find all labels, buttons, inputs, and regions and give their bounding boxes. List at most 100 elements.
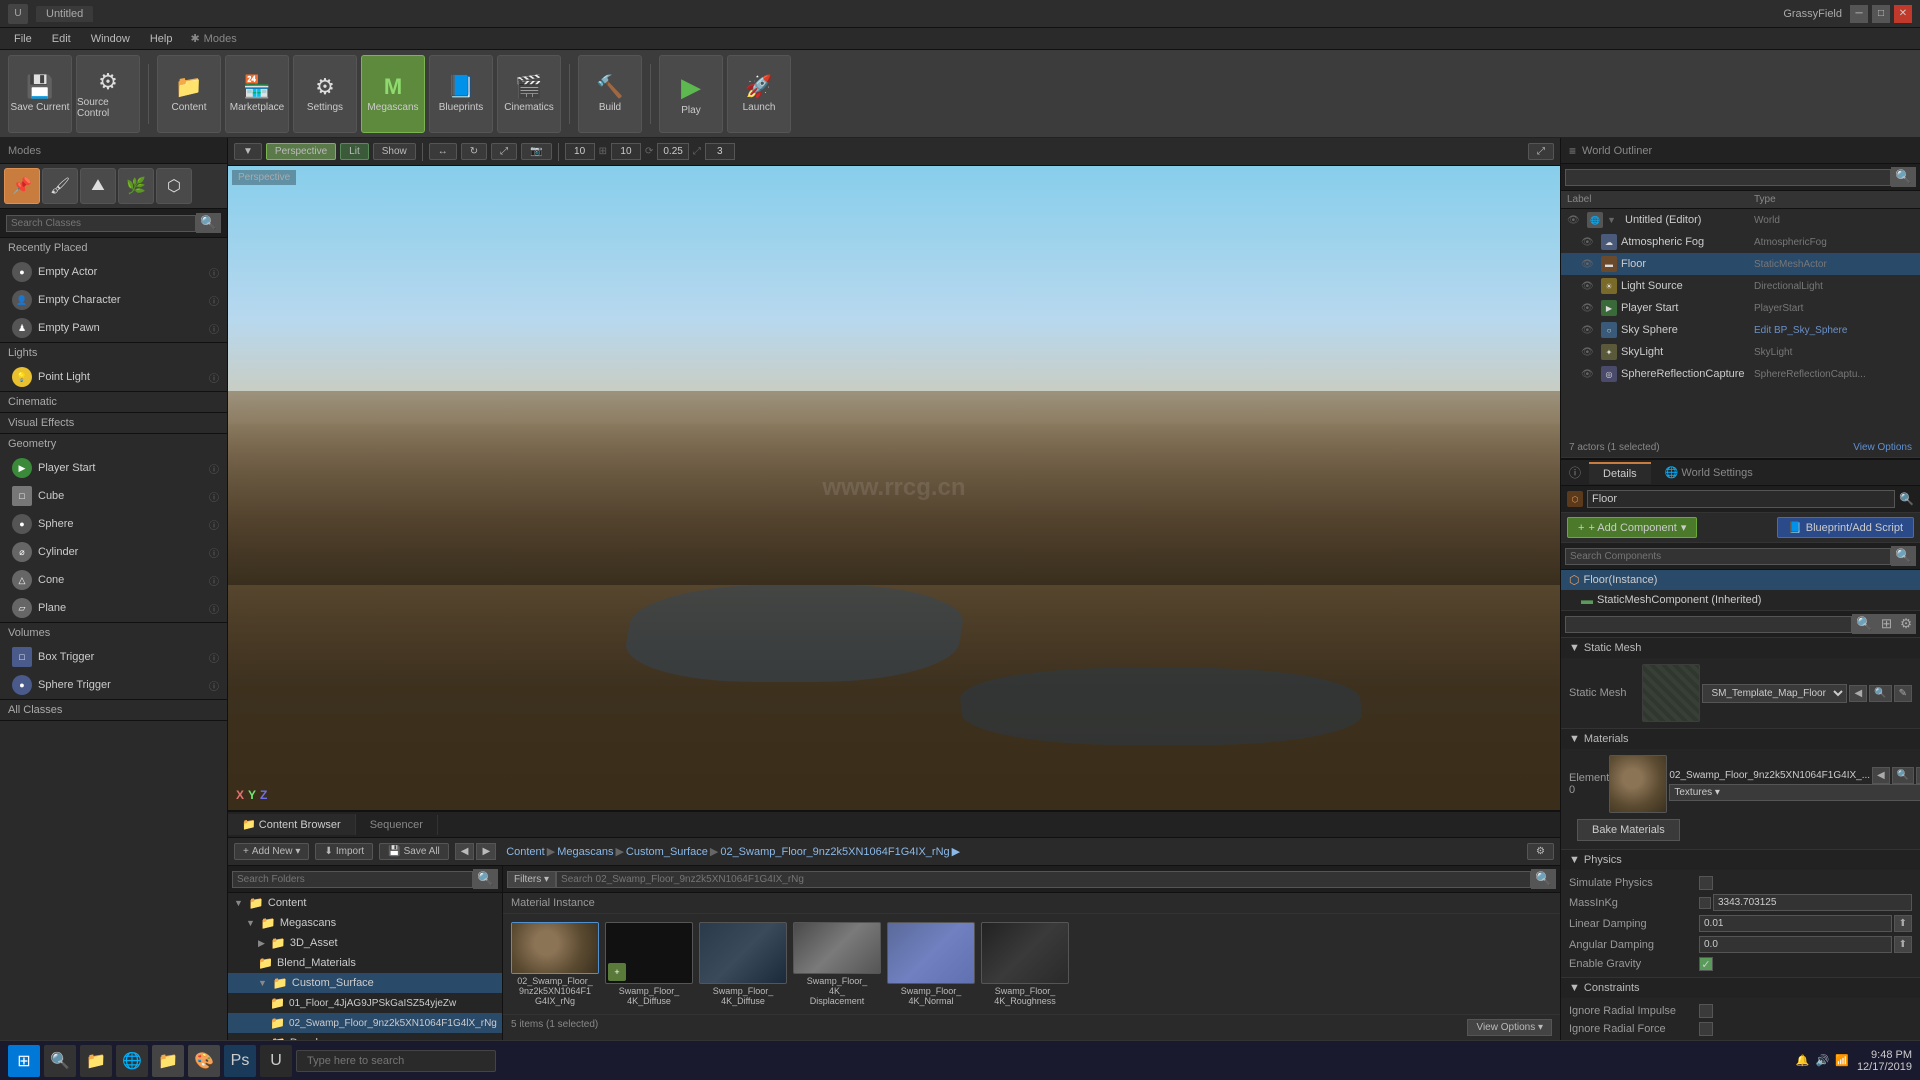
vp-rotate-btn[interactable]: ↻ bbox=[461, 143, 487, 160]
breadcrumb-swamp-floor[interactable]: 02_Swamp_Floor_9nz2k5XN1064F1G4IX_rNg bbox=[720, 846, 949, 858]
outliner-row-world[interactable]: 👁 🌐 ▼ Untitled (Editor) World bbox=[1561, 209, 1920, 231]
taskbar-chrome-app[interactable]: 🌐 bbox=[116, 1045, 148, 1077]
folder-02-swamp[interactable]: 📁 02_Swamp_Floor_9nz2k5XN1064F1G4lX_rNg bbox=[228, 1013, 502, 1033]
place-mode-btn[interactable]: 📌 bbox=[4, 168, 40, 204]
taskbar-paint-app[interactable]: 🎨 bbox=[188, 1045, 220, 1077]
point-light-item[interactable]: 💡 Point Light ⓘ bbox=[0, 363, 227, 391]
floor-vis-icon[interactable]: 👁 bbox=[1581, 259, 1597, 270]
box-trigger-item[interactable]: □ Box Trigger ⓘ bbox=[0, 643, 227, 671]
content-button[interactable]: 📁 Content bbox=[157, 55, 221, 133]
show-btn[interactable]: Show bbox=[373, 143, 416, 160]
linear-damping-btn[interactable]: ⬆ bbox=[1894, 915, 1912, 932]
materials-header[interactable]: ▼ Materials bbox=[1561, 729, 1920, 749]
mat-back-btn[interactable]: ◀ bbox=[1872, 767, 1890, 784]
outliner-row-floor[interactable]: 👁 ▬ Floor StaticMeshActor bbox=[1561, 253, 1920, 275]
menu-edit[interactable]: Edit bbox=[42, 31, 81, 47]
visual-effects-header[interactable]: Visual Effects bbox=[0, 413, 227, 433]
sm-find-button[interactable]: 🔍 bbox=[1869, 685, 1891, 702]
physics-header[interactable]: ▼ Physics bbox=[1561, 850, 1920, 870]
world-vis-icon[interactable]: 👁 bbox=[1567, 215, 1583, 226]
menu-window[interactable]: Window bbox=[81, 31, 140, 47]
import-button[interactable]: ⬇ Import bbox=[315, 843, 373, 860]
marketplace-button[interactable]: 🏪 Marketplace bbox=[225, 55, 289, 133]
save-all-button[interactable]: 💾 Save All bbox=[379, 843, 449, 860]
folder-blend-materials[interactable]: 📁 Blend_Materials bbox=[228, 953, 502, 973]
volumes-header[interactable]: Volumes bbox=[0, 623, 227, 643]
outliner-row-sphere-reflection[interactable]: 👁 ◎ SphereReflectionCapture SphereReflec… bbox=[1561, 363, 1920, 385]
material-thumb[interactable] bbox=[1609, 755, 1667, 813]
all-classes-header[interactable]: All Classes bbox=[0, 700, 227, 720]
menu-file[interactable]: File bbox=[4, 31, 42, 47]
modes-search-input[interactable] bbox=[6, 215, 196, 232]
outliner-search-button[interactable]: 🔍 bbox=[1891, 167, 1916, 187]
filters-button[interactable]: Filters ▾ bbox=[507, 871, 556, 888]
taskbar-explorer-app[interactable]: 📁 bbox=[80, 1045, 112, 1077]
ps-vis-icon[interactable]: 👁 bbox=[1581, 303, 1597, 314]
sphere-trigger-item[interactable]: ● Sphere Trigger ⓘ bbox=[0, 671, 227, 699]
details-layout-button[interactable]: ⊞ bbox=[1877, 614, 1896, 634]
radial-force-checkbox[interactable] bbox=[1699, 1022, 1713, 1036]
plane-item[interactable]: ▱ Plane ⓘ bbox=[0, 594, 227, 622]
textures-dropdown[interactable]: Textures ▾ bbox=[1669, 784, 1920, 801]
comp-search-input[interactable] bbox=[1565, 548, 1891, 565]
tray-network-icon[interactable]: 🔔 bbox=[1796, 1054, 1810, 1067]
build-button[interactable]: 🔨 Build bbox=[578, 55, 642, 133]
modes-search-button[interactable]: 🔍 bbox=[196, 213, 221, 233]
sm-back-button[interactable]: ◀ bbox=[1849, 685, 1867, 702]
sphere-item[interactable]: ● Sphere ⓘ bbox=[0, 510, 227, 538]
folder-search-button[interactable]: 🔍 bbox=[473, 869, 498, 889]
static-mesh-row[interactable]: ▬ StaticMeshComponent (Inherited) bbox=[1561, 590, 1920, 610]
launch-button[interactable]: 🚀 Launch bbox=[727, 55, 791, 133]
breadcrumb-content[interactable]: Content bbox=[506, 846, 545, 858]
outliner-search-input[interactable] bbox=[1565, 169, 1891, 186]
asset-normal-item[interactable]: Swamp_Floor_4K_Normal bbox=[887, 922, 975, 1006]
mat-find-btn[interactable]: 🔍 bbox=[1892, 767, 1914, 784]
comp-search-button[interactable]: 🔍 bbox=[1891, 546, 1916, 566]
outliner-row-playerstart[interactable]: 👁 ▶ Player Start PlayerStart bbox=[1561, 297, 1920, 319]
view-options-button[interactable]: View Options ▾ bbox=[1467, 1019, 1552, 1036]
outliner-row-fog[interactable]: 👁 ☁ Atmospheric Fog AtmosphericFog bbox=[1561, 231, 1920, 253]
cube-item[interactable]: □ Cube ⓘ bbox=[0, 482, 227, 510]
search-details-button[interactable]: 🔍 bbox=[1852, 614, 1877, 634]
tray-wifi-icon[interactable]: 📶 bbox=[1835, 1054, 1849, 1067]
taskbar-ue-app[interactable]: U bbox=[260, 1045, 292, 1077]
cylinder-item[interactable]: ⌀ Cylinder ⓘ bbox=[0, 538, 227, 566]
asset-roughness-thumb[interactable] bbox=[981, 922, 1069, 984]
taskbar-explorer2-app[interactable]: 📁 bbox=[152, 1045, 184, 1077]
vp-maximize-btn[interactable]: ⤢ bbox=[1528, 143, 1554, 160]
asset-dark-thumb[interactable]: + bbox=[605, 922, 693, 984]
folder-3d-asset[interactable]: ▶ 📁 3D_Asset bbox=[228, 933, 502, 953]
folder-01-floor[interactable]: 📁 01_Floor_4JjAG9JPSkGaISZ54yjeZw bbox=[228, 993, 502, 1013]
content-settings-button[interactable]: ⚙ bbox=[1527, 843, 1554, 860]
maximize-button[interactable]: □ bbox=[1872, 5, 1890, 23]
linear-damping-input[interactable] bbox=[1699, 915, 1892, 932]
asset-diffuse-item[interactable]: Swamp_Floor_4K_Diffuse bbox=[699, 922, 787, 1006]
settings-button[interactable]: ⚙ Settings bbox=[293, 55, 357, 133]
empty-character-item[interactable]: 👤 Empty Character ⓘ bbox=[0, 286, 227, 314]
bake-materials-button[interactable]: Bake Materials bbox=[1577, 819, 1680, 841]
blueprints-button[interactable]: 📘 Blueprints bbox=[429, 55, 493, 133]
empty-actor-item[interactable]: ● Empty Actor ⓘ bbox=[0, 258, 227, 286]
lit-btn[interactable]: Lit bbox=[340, 143, 369, 160]
outliner-view-options[interactable]: View Options bbox=[1853, 442, 1912, 453]
asset-search-input[interactable] bbox=[556, 871, 1531, 888]
folder-content[interactable]: ▼ 📁 Content bbox=[228, 893, 502, 913]
constraints-header[interactable]: ▼ Constraints bbox=[1561, 978, 1920, 998]
title-tab[interactable]: Untitled bbox=[36, 6, 93, 22]
static-mesh-header[interactable]: ▼ Static Mesh bbox=[1561, 638, 1920, 658]
asset-normal-thumb[interactable] bbox=[887, 922, 975, 984]
folder-custom-surface[interactable]: ▼ 📁 Custom_Surface bbox=[228, 973, 502, 993]
back-button[interactable]: ◀ bbox=[455, 843, 475, 860]
mass-input[interactable] bbox=[1713, 894, 1912, 911]
sl-vis-icon[interactable]: 👁 bbox=[1581, 347, 1597, 358]
taskbar-search-app[interactable]: 🔍 bbox=[44, 1045, 76, 1077]
player-start-item[interactable]: ▶ Player Start ⓘ bbox=[0, 454, 227, 482]
enable-gravity-checkbox[interactable]: ✓ bbox=[1699, 957, 1713, 971]
component-name-input[interactable] bbox=[1587, 490, 1895, 508]
asset-roughness-item[interactable]: Swamp_Floor_4K_Roughness bbox=[981, 922, 1069, 1006]
mass-checkbox[interactable] bbox=[1699, 897, 1711, 909]
menu-help[interactable]: Help bbox=[140, 31, 183, 47]
floor-instance-row[interactable]: ⬡ Floor(Instance) bbox=[1561, 570, 1920, 590]
sm-edit-button[interactable]: ✎ bbox=[1894, 685, 1912, 702]
asset-displacement-item[interactable]: Swamp_Floor_4K_Displacement bbox=[793, 922, 881, 1006]
